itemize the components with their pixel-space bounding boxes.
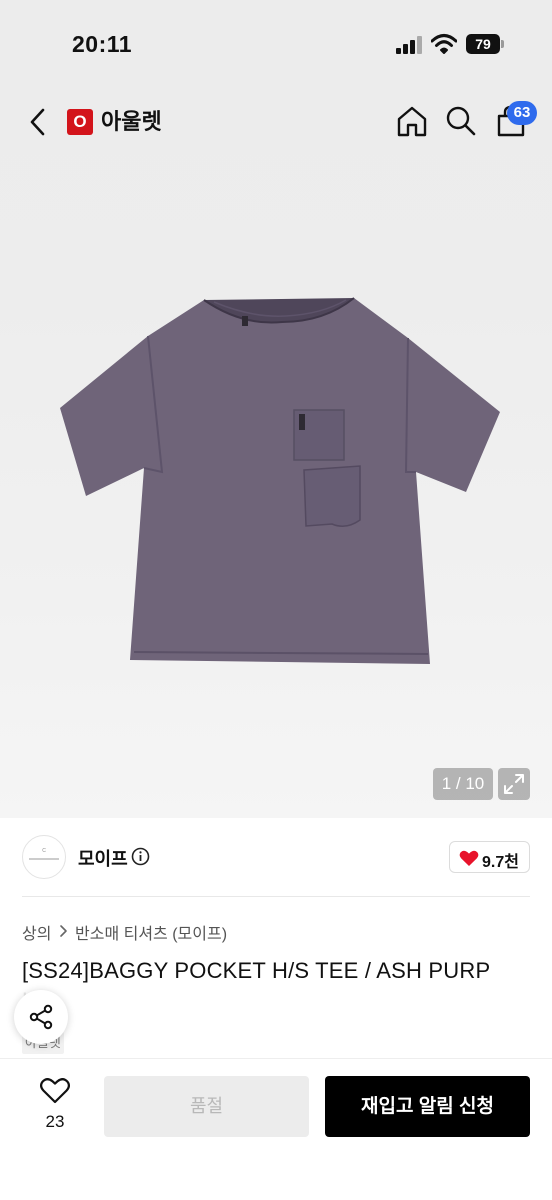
battery-percentage: 79 <box>475 36 491 52</box>
info-icon[interactable] <box>131 847 150 866</box>
product-image-tshirt <box>60 297 500 664</box>
seller-logo[interactable]: C <box>22 835 66 879</box>
heart-filled-icon <box>459 850 479 866</box>
seller-name[interactable]: 모이프 <box>78 845 128 871</box>
outlet-title[interactable]: 아울렛 <box>101 107 162 137</box>
image-pager: 1 / 10 <box>433 768 493 800</box>
divider <box>22 896 530 897</box>
breadcrumb-category[interactable]: 상의 <box>22 920 51 944</box>
top-navigation: O 아울렛 <box>0 95 552 149</box>
wifi-icon <box>431 34 457 54</box>
share-button[interactable] <box>14 990 68 1044</box>
expand-icon <box>504 774 524 794</box>
search-icon[interactable] <box>443 103 479 139</box>
home-icon[interactable] <box>394 103 430 139</box>
fullscreen-button[interactable] <box>498 768 530 800</box>
battery-icon: 79 <box>466 34 504 54</box>
status-time: 20:11 <box>72 31 133 57</box>
status-bar: 20:11 79 <box>0 0 552 88</box>
heart-outline-icon <box>40 1078 70 1104</box>
restock-alert-button[interactable]: 재입고 알림 신청 <box>325 1076 530 1137</box>
breadcrumb-subcategory[interactable]: 반소매 티셔츠 (모이프) <box>75 920 227 944</box>
seller-like-count: 9.7천 <box>482 854 519 871</box>
cellular-signal-icon <box>396 36 424 54</box>
wishlist-count: 23 <box>45 1112 65 1131</box>
seller-like-button[interactable]: 9.7천 <box>449 841 530 873</box>
product-title: [SS24]BAGGY POCKET H/S TEE / ASH PURP <box>22 958 491 983</box>
back-arrow-icon[interactable] <box>24 105 52 139</box>
soldout-button: 품절 <box>104 1076 309 1137</box>
chevron-right-icon <box>60 925 67 937</box>
wishlist-button[interactable]: 23 <box>30 1078 80 1134</box>
outlet-logo-badge[interactable]: O <box>67 109 93 135</box>
cart-count-badge: 63 <box>507 101 537 125</box>
share-icon <box>29 1004 53 1030</box>
